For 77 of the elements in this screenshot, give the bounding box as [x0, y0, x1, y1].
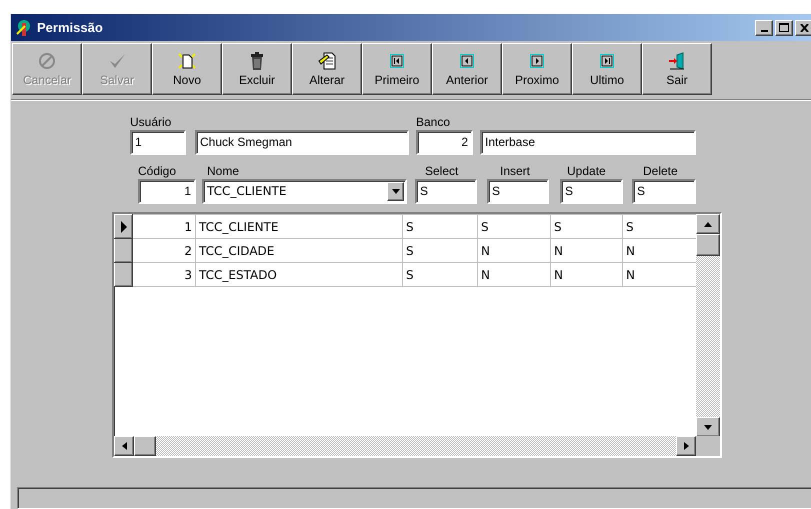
exit-button[interactable]: Sair: [642, 43, 712, 95]
table-cell: S: [478, 214, 550, 238]
horizontal-scrollbar[interactable]: [114, 436, 696, 456]
next-button[interactable]: Proximo: [502, 43, 572, 95]
user-name-field[interactable]: Chuck Smegman: [195, 130, 409, 155]
table-cell: N: [478, 238, 550, 262]
table-cell: TCC_ESTADO: [196, 262, 402, 286]
vertical-scrollbar[interactable]: [696, 214, 720, 437]
field-label: Select: [424, 163, 458, 179]
field-label: Código: [138, 163, 176, 179]
trash-can-icon: [250, 52, 264, 70]
table-cell: TCC_CIDADE: [196, 238, 402, 262]
table-cell: S: [402, 262, 478, 286]
permission-field[interactable]: S: [415, 179, 477, 204]
minimize-button[interactable]: [755, 20, 773, 36]
field-label: Update: [566, 163, 606, 179]
scroll-down-button[interactable]: [696, 417, 720, 437]
table-cell: 2: [132, 238, 196, 262]
table-cell: TCC_CLIENTE: [196, 214, 402, 238]
field-label: Delete: [642, 163, 678, 179]
permission-field[interactable]: S: [487, 179, 549, 204]
scroll-left-button[interactable]: [114, 436, 134, 456]
scroll-up-button[interactable]: [696, 214, 720, 234]
row-indicator[interactable]: [114, 214, 132, 238]
table-cell: N: [550, 262, 622, 286]
up-arrow-icon: [704, 222, 712, 226]
prohibited-icon: [38, 52, 56, 70]
down-arrow-icon: [392, 189, 400, 194]
user-id-field[interactable]: 1: [130, 130, 186, 155]
first-button[interactable]: Primeiro: [362, 43, 432, 95]
new-button[interactable]: Novo: [152, 43, 222, 95]
field-label: Nome: [206, 163, 240, 179]
bank-name-field[interactable]: Interbase: [480, 130, 696, 155]
table-cell: S: [402, 214, 478, 238]
edit-button[interactable]: Alterar: [292, 43, 362, 95]
next-record-icon: [530, 54, 544, 68]
minimize-icon: [760, 30, 768, 32]
row-indicator[interactable]: [114, 262, 132, 286]
scroll-right-button[interactable]: [676, 436, 696, 456]
table-cell: 1: [132, 214, 196, 238]
right-arrow-icon: [684, 442, 688, 450]
table-name-dropdown[interactable]: TCC_CLIENTE: [202, 179, 407, 204]
maximize-button[interactable]: [775, 20, 793, 36]
table-cell: N: [478, 262, 550, 286]
last-button[interactable]: Ultimo: [572, 43, 642, 95]
document-edit-icon: [318, 52, 336, 70]
bank-label: Banco: [416, 114, 452, 130]
table-cell: S: [550, 214, 622, 238]
close-icon: [800, 24, 808, 32]
field-label: Insert: [499, 163, 530, 179]
user-label: Usuário: [130, 114, 172, 130]
delete-button[interactable]: Excluir: [222, 43, 292, 95]
bank-id-field[interactable]: 2: [416, 130, 473, 155]
scrollbar-corner: [696, 436, 720, 456]
table-cell: S: [402, 238, 478, 262]
prior-button[interactable]: Anterior: [432, 43, 502, 95]
code-field[interactable]: 1: [138, 179, 196, 204]
permission-field[interactable]: S: [560, 179, 623, 204]
row-indicator[interactable]: [114, 238, 132, 262]
table-cell: 3: [132, 262, 196, 286]
new-page-icon: [177, 52, 197, 70]
close-button[interactable]: [795, 20, 811, 36]
scroll-thumb[interactable]: [696, 234, 720, 256]
app-icon: [15, 18, 33, 36]
table-cell: N: [550, 238, 622, 262]
left-arrow-icon: [122, 442, 126, 450]
scroll-thumb[interactable]: [134, 436, 156, 456]
previous-record-icon: [460, 54, 474, 68]
last-record-icon: [600, 54, 614, 68]
dropdown-button[interactable]: [387, 182, 404, 201]
current-row-icon: [120, 220, 128, 232]
window-title: Permissão: [37, 20, 103, 35]
permission-field[interactable]: S: [632, 179, 696, 204]
first-record-icon: [390, 54, 404, 68]
maximize-icon: [779, 23, 789, 32]
down-arrow-icon: [704, 424, 712, 430]
door-exit-icon: [668, 52, 686, 70]
